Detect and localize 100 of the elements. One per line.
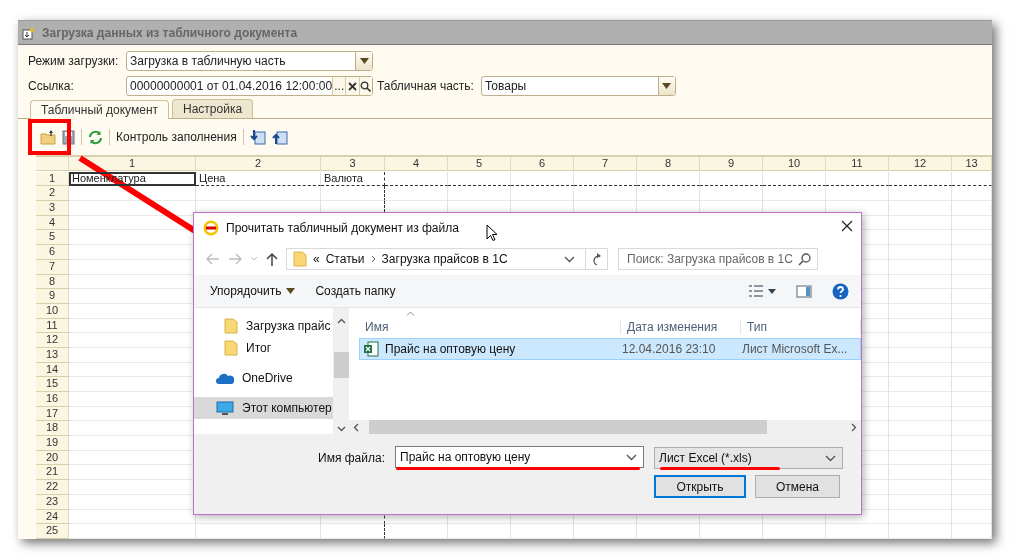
computer-icon [216,400,234,416]
table-cell [952,421,992,437]
field-label: Ссылка: [28,79,75,93]
table-cell [952,480,992,495]
path-segment[interactable]: Загрузка прайсов в 1С [381,252,508,266]
row-header: 21 [36,465,69,481]
row-header: 18 [36,421,69,437]
nav-item[interactable]: OneDrive [194,367,333,389]
row-header: 15 [36,377,69,392]
caret-icon[interactable] [768,288,776,294]
select-button[interactable]: ... [332,77,346,95]
table-cell [889,450,952,466]
column-header: 7 [574,157,637,171]
nav-item[interactable]: Этот компьютер [194,397,333,419]
table-part-dropdown[interactable]: Товары [480,76,676,96]
path-segment[interactable]: Статьи [325,252,365,266]
column-header[interactable]: Тип [741,320,861,334]
table-cell [448,171,511,187]
up-icon[interactable] [266,252,278,266]
clear-icon[interactable] [348,81,358,91]
close-icon[interactable] [841,220,853,232]
table-cell [889,392,952,407]
open-folder-icon[interactable] [40,129,56,145]
table-cell [511,171,574,187]
field-label: Имя файла: [318,450,385,465]
column-header: 10 [763,157,826,171]
scroll-thumb[interactable] [369,420,767,434]
column-header[interactable]: Дата изменения [621,320,741,334]
row-header: 12 [36,333,69,348]
table-cell [952,347,992,363]
dialog-title: Прочитать табличный документ из файла [226,221,459,235]
table-cell [889,289,952,304]
address-bar[interactable]: « Статьи Загрузка прайсов в 1С [286,248,586,270]
column-header: 11 [826,157,889,171]
nav-item[interactable]: Итог [194,337,333,359]
scroll-right-icon[interactable] [851,422,857,432]
table-cell [952,450,992,466]
row-header: 3 [36,201,69,216]
refresh-icon[interactable] [590,252,603,266]
tab[interactable]: Табличный документ [30,100,170,119]
table-cell [889,524,952,539]
path-overflow[interactable]: « [313,252,320,266]
file-type-dropdown[interactable]: Лист Excel (*.xls) [654,447,843,469]
save-icon[interactable] [62,129,75,145]
table-cell [952,186,992,202]
dialog-button[interactable]: Отмена [755,475,840,498]
nav-item[interactable]: Загрузка прайс [194,315,333,337]
dialog-button[interactable]: Открыть [654,475,746,498]
fill-check-button[interactable]: Контроль заполнения [116,130,237,144]
table-cell [826,524,889,539]
table-cell [889,274,952,290]
link-field[interactable]: 00000000001 от 01.04.2016 12:00:00 ... [126,76,373,96]
table-cell [321,524,385,539]
preview-pane-icon[interactable] [796,284,812,298]
row-header: 25 [36,524,69,539]
table-cell [889,215,952,231]
file-name-field[interactable]: Прайс на оптовую цену [395,446,644,468]
table-cell [952,245,992,260]
table-cell [952,318,992,334]
table-cell [952,289,992,304]
column-header[interactable]: Имя [359,320,621,334]
column-header: 8 [637,157,700,171]
organize-menu[interactable]: Упорядочить [210,284,296,298]
table-cell [889,480,952,495]
scroll-thumb[interactable] [333,352,349,378]
table-cell [889,406,952,422]
scroll-up-icon[interactable] [336,318,346,324]
refresh-icon[interactable] [88,129,103,145]
new-folder-button[interactable]: Создать папку [315,284,396,298]
folder-icon [224,318,238,334]
table-cell [952,465,992,481]
search-icon[interactable] [360,80,372,92]
table-cell [952,377,992,392]
move-down-icon[interactable] [249,129,266,145]
app-logo-icon [203,220,219,236]
folder-icon [224,340,238,356]
table-cell [952,333,992,348]
table-cell: Валюта [321,171,385,187]
mode-dropdown[interactable]: Загрузка в табличную часть [126,51,373,71]
help-icon[interactable] [832,282,849,300]
table-cell [952,436,992,451]
table-cell [700,524,763,539]
tab[interactable]: Настройка [172,99,254,118]
move-up-icon[interactable] [271,129,288,145]
row-header: 9 [36,289,69,304]
table-cell [574,524,637,539]
scroll-left-icon[interactable] [353,422,359,432]
table-cell [952,406,992,422]
table-cell [889,421,952,437]
scroll-down-icon[interactable] [336,426,346,432]
column-header: 5 [448,157,511,171]
file-row[interactable]: Прайс на оптовую цену 12.04.2016 23:10 Лист Microsoft Ex... [359,338,861,360]
table-cell [889,259,952,275]
row-header: 19 [36,436,69,451]
table-cell [763,171,826,187]
search-field[interactable]: Поиск: Загрузка прайсов в 1С [618,248,818,270]
column-header: 12 [889,157,952,171]
spreadsheet-icon [363,341,379,357]
sort-icon [406,311,415,316]
table-cell [952,392,992,407]
